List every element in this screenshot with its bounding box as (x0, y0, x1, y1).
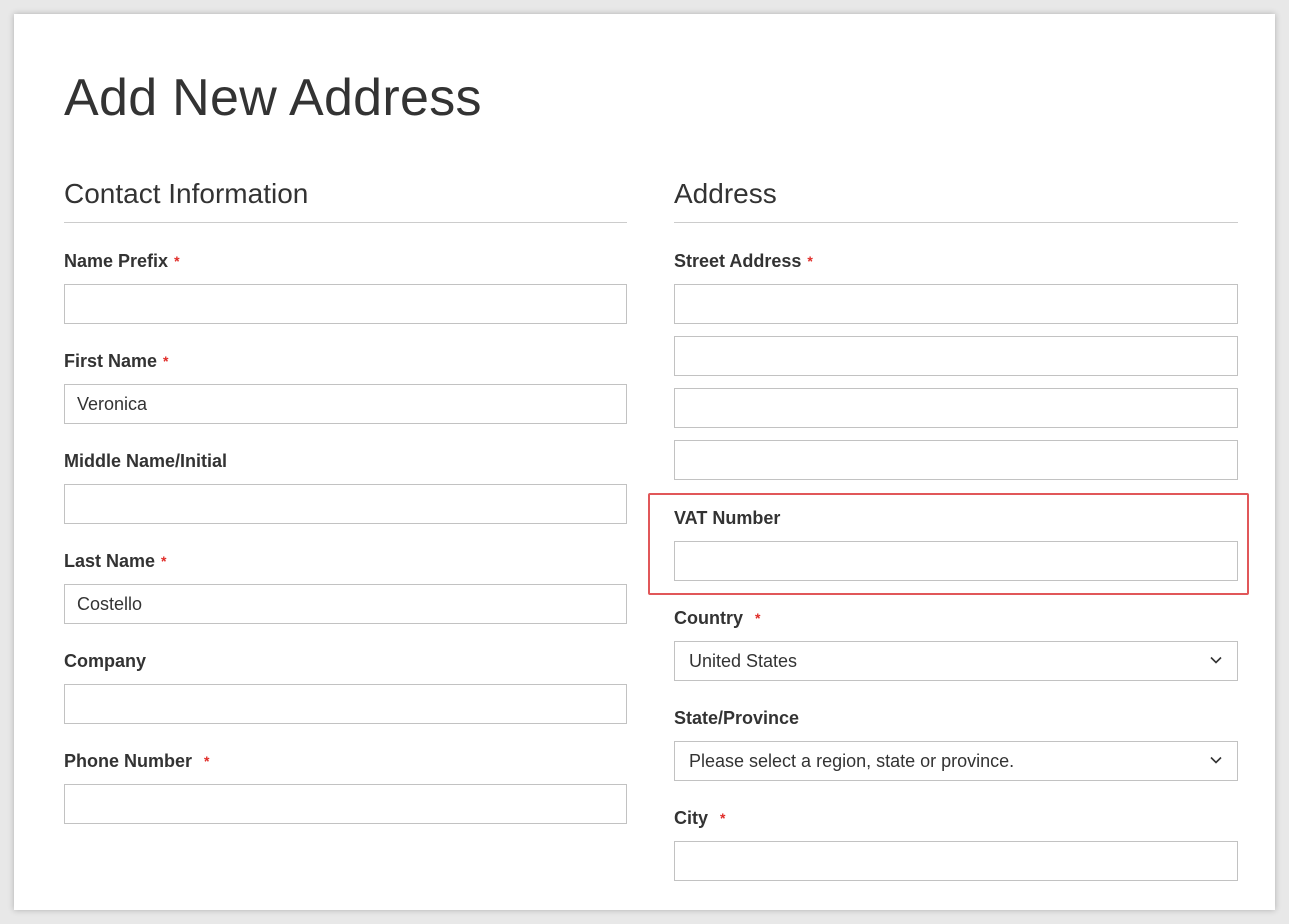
last-name-input[interactable] (64, 584, 627, 624)
country-label-text: Country (674, 608, 743, 628)
last-name-label-text: Last Name (64, 551, 156, 571)
address-section-divider (674, 222, 1238, 223)
street-address-line-3-input[interactable] (674, 388, 1238, 428)
middle-name-label: Middle Name/Initial (64, 449, 227, 473)
name-prefix-label: Name Prefix * (64, 249, 180, 274)
phone-number-label-text: Phone Number (64, 751, 193, 771)
state-province-select[interactable]: Please select a region, state or provinc… (674, 741, 1238, 781)
city-input[interactable] (674, 841, 1238, 881)
required-marker: * (174, 253, 180, 269)
required-marker: * (807, 253, 813, 269)
first-name-label: First Name * (64, 349, 169, 374)
street-address-label: Street Address * (674, 249, 813, 274)
last-name-label: Last Name * (64, 549, 167, 574)
country-selected-value: United States (689, 651, 798, 671)
first-name-input[interactable] (64, 384, 627, 424)
country-label: Country * (674, 606, 760, 631)
required-marker: * (755, 610, 761, 626)
state-province-label: State/Province (674, 706, 799, 730)
name-prefix-input[interactable] (64, 284, 627, 324)
street-address-line-2-input[interactable] (674, 336, 1238, 376)
phone-number-label: Phone Number * (64, 749, 209, 774)
required-marker: * (720, 810, 726, 826)
country-select[interactable]: United States (674, 641, 1238, 681)
middle-name-label-text: Middle Name/Initial (64, 451, 228, 471)
city-label: City * (674, 806, 725, 831)
first-name-label-text: First Name (64, 351, 158, 371)
contact-section-title: Contact Information (64, 178, 309, 209)
address-section-title: Address (674, 178, 777, 209)
required-marker: * (204, 753, 210, 769)
vat-number-label: VAT Number (674, 506, 780, 530)
address-form-card: Add New Address Contact Information Name… (14, 14, 1275, 910)
vat-number-label-text: VAT Number (674, 508, 781, 528)
vat-number-input[interactable] (674, 541, 1238, 581)
page-title: Add New Address (64, 69, 482, 127)
state-province-label-text: State/Province (674, 708, 800, 728)
street-address-line-1-input[interactable] (674, 284, 1238, 324)
required-marker: * (163, 353, 169, 369)
name-prefix-label-text: Name Prefix (64, 251, 169, 271)
company-label-text: Company (64, 651, 147, 671)
chevron-down-icon (1210, 656, 1222, 664)
street-address-label-text: Street Address (674, 251, 802, 271)
required-marker: * (161, 553, 167, 569)
state-province-selected-value: Please select a region, state or provinc… (689, 751, 1015, 771)
middle-name-input[interactable] (64, 484, 627, 524)
street-address-line-4-input[interactable] (674, 440, 1238, 480)
city-label-text: City (674, 808, 709, 828)
contact-section-divider (64, 222, 627, 223)
company-input[interactable] (64, 684, 627, 724)
chevron-down-icon (1210, 756, 1222, 764)
phone-number-input[interactable] (64, 784, 627, 824)
company-label: Company (64, 649, 146, 673)
